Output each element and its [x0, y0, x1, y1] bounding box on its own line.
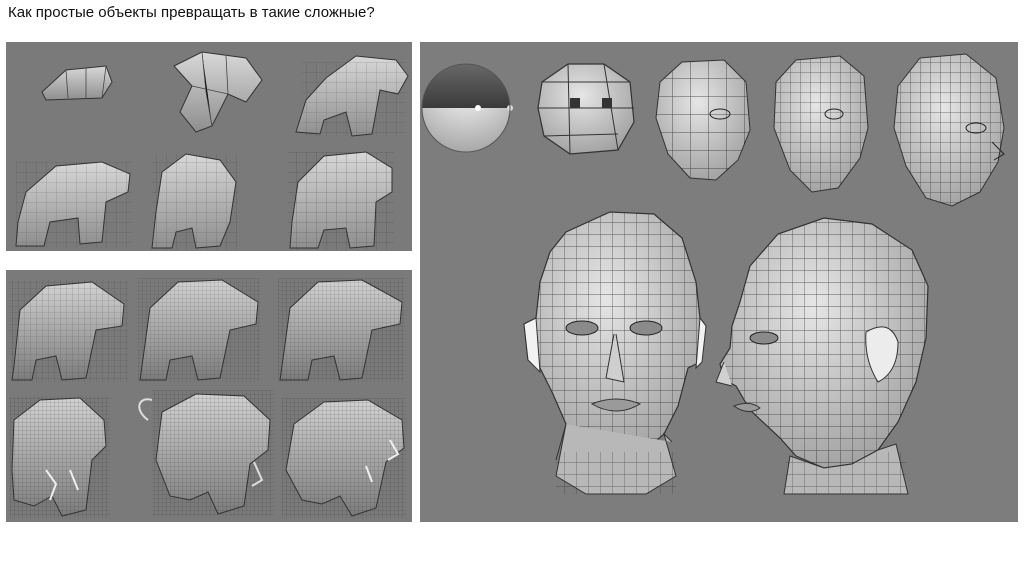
head-stage-3 — [655, 59, 751, 181]
head-stage-cube — [537, 63, 635, 155]
head-stage-sphere — [421, 63, 513, 153]
creature-stage-5 — [151, 153, 238, 250]
creature-detail-stage-4 — [10, 396, 110, 518]
head-stage-5 — [893, 53, 1005, 207]
creature-detail-stage-3 — [278, 278, 404, 382]
creature-stage-1 — [41, 65, 113, 101]
creature-detail-stage-6 — [282, 398, 406, 518]
head-stage-4 — [773, 55, 869, 193]
creature-stage-3 — [295, 55, 409, 137]
creature-detail-stage-5 — [138, 390, 274, 516]
creature-detailing-illustration — [10, 278, 406, 518]
head-stage-front-detailed — [523, 211, 707, 495]
creature-detailing-panel — [6, 270, 412, 522]
head-modeling-panel — [420, 42, 1018, 522]
creature-stage-2 — [173, 51, 263, 133]
creature-stage-4 — [15, 161, 132, 248]
head-modeling-illustration — [421, 53, 1005, 495]
creature-blocking-illustration — [15, 51, 409, 250]
creature-stage-6 — [288, 151, 394, 250]
creature-detail-stage-2 — [138, 278, 260, 382]
creature-detail-stage-1 — [10, 280, 128, 382]
creature-blocking-panel — [6, 42, 412, 251]
slide-title: Как простые объекты превращать в такие с… — [8, 4, 375, 21]
head-stage-side-detailed — [715, 217, 929, 495]
